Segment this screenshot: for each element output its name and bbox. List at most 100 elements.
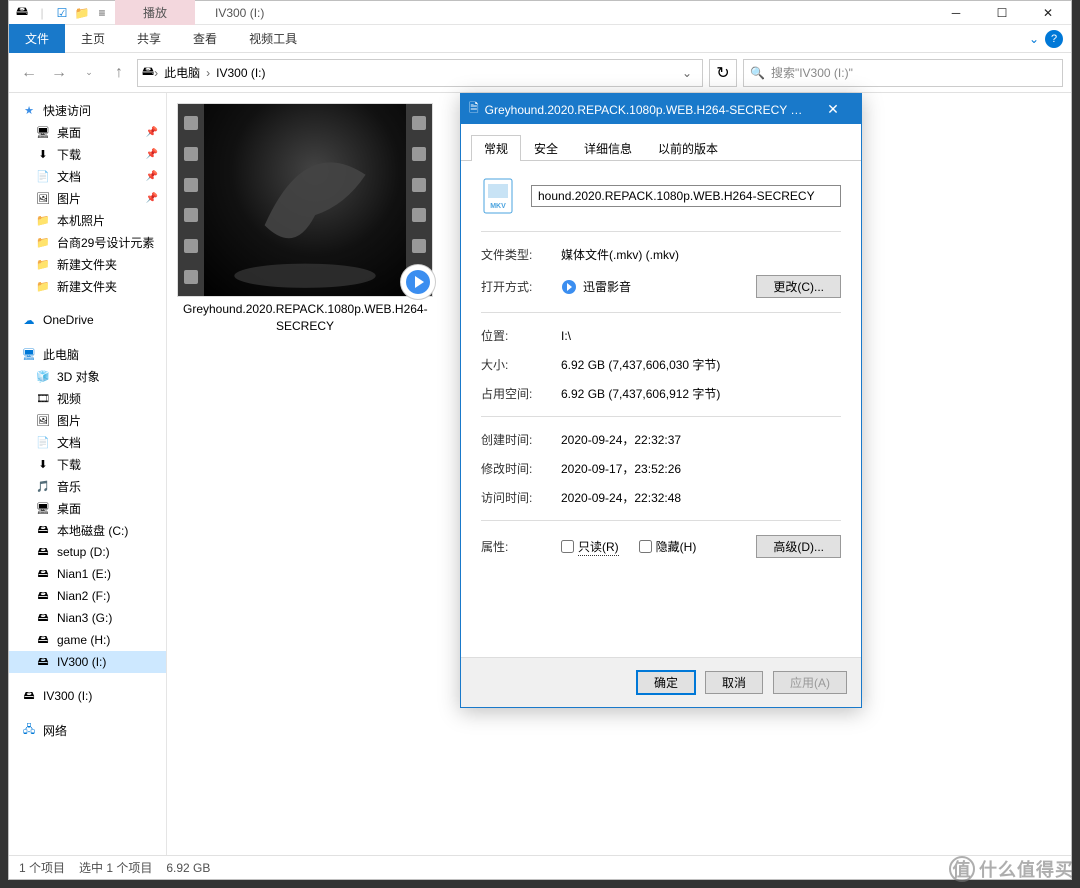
onedrive-header[interactable]: ☁OneDrive: [9, 309, 166, 331]
dialog-tabs: 常规 安全 详细信息 以前的版本: [461, 124, 861, 161]
sidebar-item[interactable]: 🖴game (H:): [9, 629, 166, 651]
tab-previous-versions[interactable]: 以前的版本: [645, 135, 731, 161]
picture-icon: 🖼: [35, 412, 51, 428]
close-button[interactable]: ✕: [1025, 1, 1071, 25]
sidebar-item[interactable]: 📁新建文件夹: [9, 275, 166, 297]
value-opens-with: 迅雷影音: [583, 278, 631, 295]
ribbon-expand-icon[interactable]: ⌄: [1029, 32, 1039, 46]
sidebar-item[interactable]: 🖴Nian3 (G:): [9, 607, 166, 629]
thunder-player-icon: [561, 279, 577, 295]
sidebar-item[interactable]: 🖥桌面: [9, 497, 166, 519]
search-icon: 🔍: [750, 66, 765, 80]
status-bar: 1 个项目 选中 1 个项目 6.92 GB: [9, 855, 1071, 879]
ribbon-tab-home[interactable]: 主页: [65, 24, 121, 53]
tab-security[interactable]: 安全: [521, 135, 571, 161]
maximize-button[interactable]: ☐: [979, 1, 1025, 25]
sidebar-item[interactable]: ⬇下载: [9, 453, 166, 475]
play-context-tab[interactable]: 播放: [115, 0, 195, 25]
help-icon[interactable]: ?: [1045, 30, 1063, 48]
music-icon: 🎵: [35, 478, 51, 494]
ribbon-tab-share[interactable]: 共享: [121, 24, 177, 53]
sidebar-item[interactable]: 📁台商29号设计元素: [9, 231, 166, 253]
network-icon: 🖧: [21, 722, 37, 738]
navigation-pane: ★快速访问 🖥桌面📌⬇下载📌📄文档📌🖼图片📌📁本机照片📁台商29号设计元素📁新建…: [9, 93, 167, 855]
advanced-button[interactable]: 高级(D)...: [756, 535, 841, 558]
sidebar-item[interactable]: 🖴setup (D:): [9, 541, 166, 563]
dialog-close-button[interactable]: ✕: [813, 101, 853, 118]
cancel-button[interactable]: 取消: [705, 671, 763, 694]
breadcrumb-root[interactable]: 此电脑: [158, 64, 206, 81]
hidden-checkbox[interactable]: 隐藏(H): [639, 538, 697, 555]
apply-button[interactable]: 应用(A): [773, 671, 847, 694]
folder-open-icon[interactable]: 📁: [73, 4, 91, 22]
file-item[interactable]: Greyhound.2020.REPACK.1080p.WEB.H264-SEC…: [177, 103, 433, 339]
value-accessed: 2020-09-24，22:32:48: [561, 489, 841, 506]
sidebar-item[interactable]: 🖴Nian2 (F:): [9, 585, 166, 607]
item-count: 1 个项目: [19, 859, 65, 876]
refresh-button[interactable]: ↻: [709, 59, 737, 87]
ok-button[interactable]: 确定: [637, 671, 695, 694]
tab-details[interactable]: 详细信息: [571, 135, 645, 161]
dialog-title-bar[interactable]: 🗎 Greyhound.2020.REPACK.1080p.WEB.H264-S…: [461, 94, 861, 124]
pc-icon: 🖥: [21, 346, 37, 362]
sidebar-item[interactable]: 🎞视频: [9, 387, 166, 409]
sidebar-item[interactable]: 🖥桌面📌: [9, 121, 166, 143]
sidebar-item[interactable]: 📁新建文件夹: [9, 253, 166, 275]
ribbon-tab-view[interactable]: 查看: [177, 24, 233, 53]
sidebar-item[interactable]: 🎵音乐: [9, 475, 166, 497]
breadcrumb[interactable]: 🖴 › 此电脑 › IV300 (I:) ⌄: [137, 59, 703, 87]
overflow-icon[interactable]: ≡: [93, 4, 111, 22]
sidebar-item[interactable]: 📁本机照片: [9, 209, 166, 231]
forward-button[interactable]: →: [47, 61, 71, 85]
filename-input[interactable]: [531, 185, 841, 207]
recent-dropdown[interactable]: ⌄: [77, 61, 101, 85]
title-bar: 🖴 | ☑ 📁 ≡ 播放 IV300 (I:) ─ ☐ ✕: [9, 1, 1071, 25]
sidebar-item[interactable]: 📄文档: [9, 431, 166, 453]
search-placeholder: 搜索"IV300 (I:)": [771, 64, 853, 81]
3d-icon: 🧊: [35, 368, 51, 384]
divider-icon: |: [33, 4, 51, 22]
search-box[interactable]: 🔍 搜索"IV300 (I:)": [743, 59, 1063, 87]
sidebar-item[interactable]: 🧊3D 对象: [9, 365, 166, 387]
file-name-label: Greyhound.2020.REPACK.1080p.WEB.H264-SEC…: [177, 297, 433, 339]
ribbon-file-tab[interactable]: 文件: [9, 24, 65, 53]
desktop-icon: 🖥: [35, 124, 51, 140]
network-header[interactable]: 🖧网络: [9, 719, 166, 741]
download-icon: ⬇: [35, 146, 51, 162]
sidebar-item[interactable]: 🖼图片: [9, 409, 166, 431]
video-thumbnail[interactable]: [177, 103, 433, 297]
navigation-bar: ← → ⌄ ↑ 🖴 › 此电脑 › IV300 (I:) ⌄ ↻ 🔍 搜索"IV…: [9, 53, 1071, 93]
sidebar-item[interactable]: 🖴IV300 (I:): [9, 651, 166, 673]
breadcrumb-current[interactable]: IV300 (I:): [210, 66, 271, 80]
quick-access-header[interactable]: ★快速访问: [9, 99, 166, 121]
sidebar-item[interactable]: 🖴Nian1 (E:): [9, 563, 166, 585]
sidebar-item[interactable]: 🖼图片📌: [9, 187, 166, 209]
window-title: IV300 (I:): [195, 6, 284, 20]
ribbon-tab-video-tools[interactable]: 视频工具: [233, 24, 313, 53]
pin-icon: 📌: [146, 193, 158, 204]
folder-icon: 📁: [35, 212, 51, 228]
iv300-external-header[interactable]: 🖴IV300 (I:): [9, 685, 166, 707]
readonly-checkbox[interactable]: 只读(R): [561, 538, 619, 556]
back-button[interactable]: ←: [17, 61, 41, 85]
thumbnail-image: [204, 104, 406, 296]
selected-size: 6.92 GB: [166, 861, 210, 875]
label-accessed: 访问时间:: [481, 489, 561, 506]
tab-general[interactable]: 常规: [471, 135, 521, 161]
sidebar-item[interactable]: 🖴本地磁盘 (C:): [9, 519, 166, 541]
checkbox-icon[interactable]: ☑: [53, 4, 71, 22]
change-button[interactable]: 更改(C)...: [756, 275, 841, 298]
drive-icon: 🖴: [21, 688, 37, 704]
sidebar-item[interactable]: 📄文档📌: [9, 165, 166, 187]
sidebar-item[interactable]: ⬇下载📌: [9, 143, 166, 165]
label-attributes: 属性:: [481, 538, 561, 555]
value-created: 2020-09-24，22:32:37: [561, 431, 841, 448]
up-button[interactable]: ↑: [107, 61, 131, 85]
drive-icon: 🖴: [35, 654, 51, 670]
pin-icon: 📌: [146, 127, 158, 138]
breadcrumb-dropdown-icon[interactable]: ⌄: [676, 66, 698, 80]
this-pc-header[interactable]: 🖥此电脑: [9, 343, 166, 365]
value-size-on-disk: 6.92 GB (7,437,606,912 字节): [561, 385, 841, 402]
minimize-button[interactable]: ─: [933, 1, 979, 25]
folder-icon: 📁: [35, 256, 51, 272]
